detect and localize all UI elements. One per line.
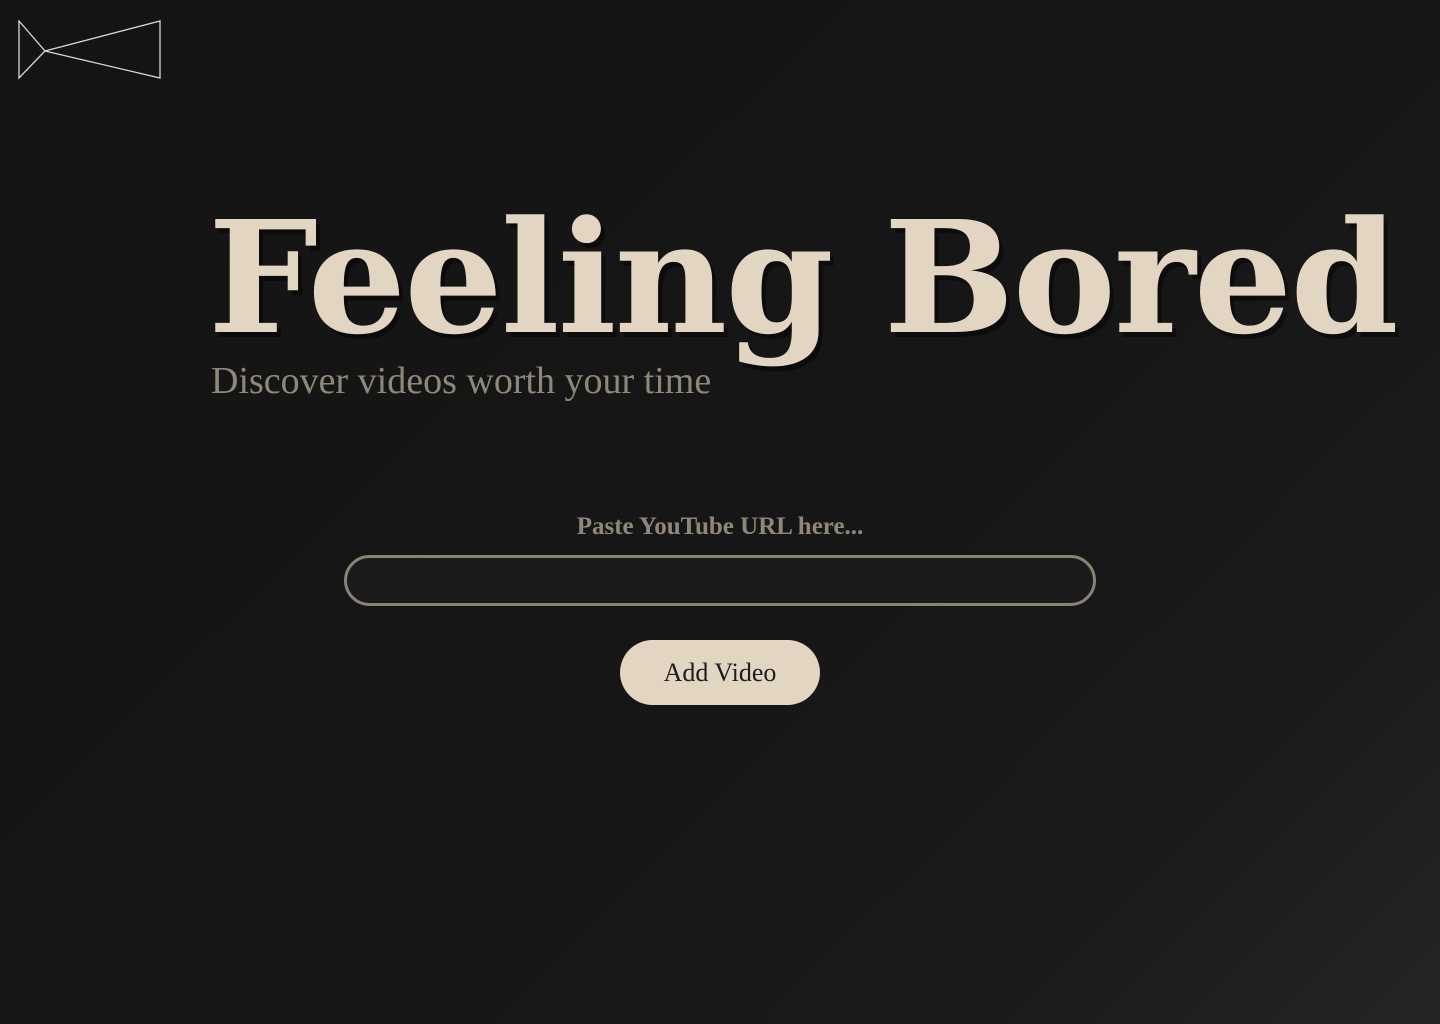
add-video-button[interactable]: Add Video: [620, 640, 820, 705]
bowtie-logo-icon[interactable]: [17, 20, 163, 80]
url-input-label: Paste YouTube URL here...: [576, 513, 864, 540]
youtube-url-input[interactable]: [344, 555, 1096, 606]
page-title: Feeling Bored: [208, 186, 1399, 369]
page-subtitle: Discover videos worth your time: [211, 360, 712, 402]
